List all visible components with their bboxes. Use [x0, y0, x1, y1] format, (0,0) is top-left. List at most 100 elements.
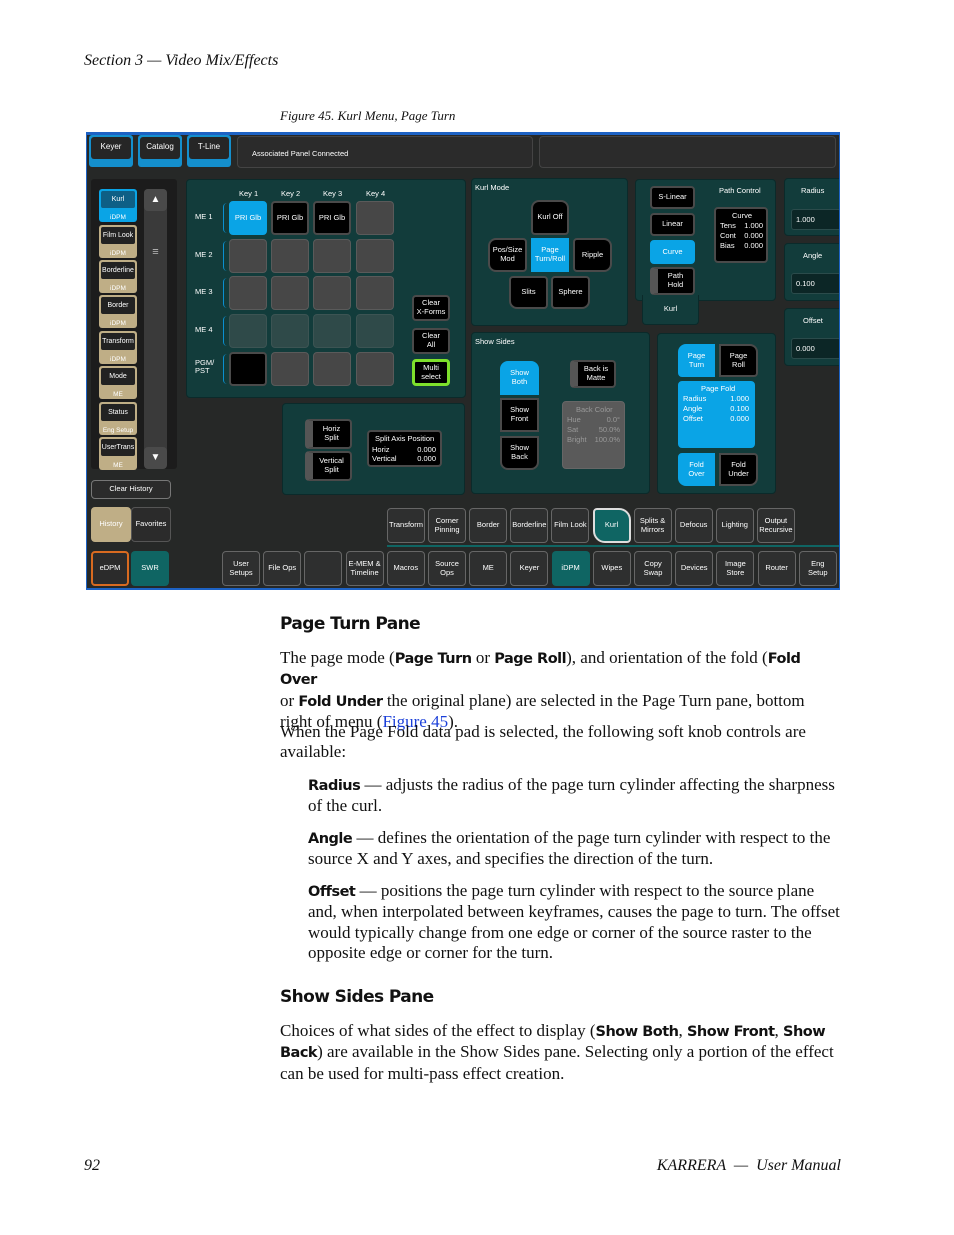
clear-all-button[interactable]: Clear All [412, 328, 450, 354]
clear-xforms-button[interactable]: Clear X-Forms [412, 295, 450, 321]
curve-data-pad[interactable]: Curve Tens 1.000 Cont 0.000 Bias 0.000 [714, 207, 768, 263]
history-item-mode[interactable]: Mode ME [99, 366, 137, 399]
scrollbar[interactable] [144, 189, 167, 465]
kurl-mode-title: Kurl Mode [475, 183, 510, 192]
history-item-kurl[interactable]: Kurl iDPM [99, 189, 137, 222]
split-axis-position-pad[interactable]: Split Axis Position Horiz 0.000 Vertical… [367, 430, 442, 467]
kurl-panel-tab[interactable]: Kurl [642, 295, 699, 325]
history-item-status[interactable]: Status Eng Setup [99, 402, 137, 435]
radius-label: Radius [683, 394, 707, 403]
sub-tab-kurl[interactable]: Kurl [592, 508, 631, 543]
page-turn-button[interactable]: Page Turn [678, 344, 715, 377]
main-tab-idpm[interactable]: iDPM [551, 551, 590, 586]
key-cell-me5-key4[interactable] [356, 352, 394, 386]
main-tab-router[interactable]: Router [757, 551, 796, 586]
edpm-button[interactable]: eDPM [91, 551, 129, 586]
ripple-button[interactable]: Ripple [573, 238, 612, 272]
curve-button[interactable]: Curve [650, 240, 695, 264]
key-cell-me1-key1[interactable]: PRI Glb [229, 201, 267, 235]
key-cell-me2-key1[interactable] [229, 239, 267, 273]
key-cell-me5-key3[interactable] [313, 352, 351, 386]
main-tab-eng-setup[interactable]: Eng Setup [798, 551, 837, 586]
show-front-button[interactable]: Show Front [500, 398, 539, 432]
main-tab-source-ops[interactable]: Source Ops [428, 551, 466, 586]
favorites-tab[interactable]: Favorites [131, 507, 171, 542]
path-hold-button[interactable]: Path Hold [650, 267, 695, 295]
history-item-border[interactable]: Border iDPM [99, 295, 137, 328]
slits-button[interactable]: Slits [509, 276, 548, 309]
key-cell-me1-key4[interactable] [356, 201, 394, 235]
main-tab-file-ops[interactable]: File Ops [263, 551, 302, 586]
sub-tab-film-look[interactable]: Film Look [551, 508, 590, 543]
back-is-matte-button[interactable]: Back is Matte [570, 360, 616, 388]
multi-select-button[interactable]: Multi select [412, 359, 450, 386]
key-cell-me3-key3[interactable] [313, 276, 351, 310]
sub-tab-border[interactable]: Border [469, 508, 508, 543]
page-roll-button[interactable]: Page Roll [719, 344, 758, 377]
fold-over-button[interactable]: Fold Over [678, 453, 715, 486]
key-cell-me2-key4[interactable] [356, 239, 394, 273]
key-cell-me1-key3[interactable]: PRI Glb [313, 201, 351, 235]
tab-catalog[interactable]: Catalog [138, 135, 182, 167]
main-tab-image-store[interactable]: Image Store [716, 551, 755, 586]
main-tab-wipes[interactable]: Wipes [592, 551, 631, 586]
page-turn-roll-button[interactable]: Page Turn/Roll [531, 238, 569, 272]
history-item-borderline[interactable]: Borderline iDPM [99, 260, 137, 293]
main-tab-copy-swap[interactable]: Copy Swap [634, 551, 672, 586]
key-cell-me4-key4[interactable] [356, 314, 394, 348]
scroll-handle-icon[interactable]: ≡ [144, 241, 167, 263]
pos-size-mod-button[interactable]: Pos/Size Mod [488, 238, 527, 272]
linear-button[interactable]: Linear [650, 213, 695, 236]
swr-button[interactable]: SWR [131, 551, 169, 586]
sub-tab-defocus[interactable]: Defocus [674, 508, 713, 543]
sub-tab-splits-mirrors[interactable]: Splits & Mirrors [633, 508, 672, 543]
horiz-label: Horiz [372, 445, 390, 454]
horiz-split-button[interactable]: Horiz Split [305, 419, 352, 449]
clear-history-button[interactable]: Clear History [91, 480, 171, 499]
sub-tab-transform[interactable]: Transform [387, 508, 425, 543]
horiz-value: 0.000 [417, 445, 436, 454]
history-item-usertrans[interactable]: UserTrans ME [99, 437, 137, 470]
s-linear-button[interactable]: S-Linear [650, 186, 695, 209]
fold-under-button[interactable]: Fold Under [719, 453, 758, 486]
key-cell-me2-key2[interactable] [271, 239, 309, 273]
main-tab-user-setups[interactable]: User Setups [222, 551, 260, 586]
sub-tab-corner-pinning[interactable]: Corner Pinning [428, 508, 467, 543]
key-cell-me1-key2[interactable]: PRI Glb [271, 201, 309, 235]
sub-tab-borderline[interactable]: Borderline [510, 508, 549, 543]
tab-t-line[interactable]: T-Line [187, 135, 231, 167]
history-item-transform[interactable]: Transform iDPM [99, 331, 137, 364]
sub-tab-lighting[interactable]: Lighting [715, 508, 754, 543]
history-tab[interactable]: History [91, 507, 131, 542]
key-cell-me5-key2[interactable] [271, 352, 309, 386]
show-back-button[interactable]: Show Back [500, 436, 539, 470]
history-item-film-look[interactable]: Film Look iDPM [99, 225, 137, 258]
sphere-button[interactable]: Sphere [551, 276, 590, 309]
scroll-up-icon[interactable]: ▲ [144, 189, 167, 211]
brace-icon [223, 241, 227, 271]
main-tab-macros[interactable]: Macros [386, 551, 425, 586]
main-tab-blank[interactable] [304, 551, 343, 586]
main-tab-me[interactable]: ME [469, 551, 508, 586]
key-cell-me3-key4[interactable] [356, 276, 394, 310]
page-fold-pad[interactable]: Page Fold Radius 1.000 Angle 0.100 Offset 0… [678, 381, 755, 448]
key-cell-me2-key3[interactable] [313, 239, 351, 273]
tab-keyer[interactable]: Keyer [89, 135, 133, 167]
show-both-button[interactable]: Show Both [500, 361, 539, 395]
key-header: Key 3 [323, 189, 343, 198]
scroll-down-icon[interactable]: ▼ [144, 447, 167, 469]
main-tab-devices[interactable]: Devices [675, 551, 714, 586]
key-cell-me4-key2[interactable] [271, 314, 309, 348]
item-label: Transform [101, 333, 135, 350]
key-cell-me4-key1[interactable] [229, 314, 267, 348]
vertical-split-button[interactable]: Vertical Split [305, 451, 352, 481]
key-cell-me5-key1[interactable] [229, 352, 267, 386]
offset-value: 0.000 [730, 414, 749, 423]
key-cell-me3-key1[interactable] [229, 276, 267, 310]
key-cell-me3-key2[interactable] [271, 276, 309, 310]
main-tab-keyer[interactable]: Keyer [510, 551, 549, 586]
key-cell-me4-key3[interactable] [313, 314, 351, 348]
main-tab-e-mem-timeline[interactable]: E-MEM & Timeline [345, 551, 384, 586]
kurl-off-button[interactable]: Kurl Off [531, 200, 569, 235]
sub-tab-output-recursive[interactable]: Output Recursive [756, 508, 795, 543]
